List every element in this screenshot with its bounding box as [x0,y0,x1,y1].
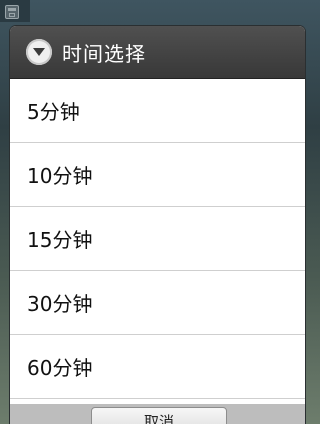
dialog-titlebar: 时间选择 [10,26,305,79]
dialog-button-bar: 取消 [10,404,305,424]
time-option-30min[interactable]: 30分钟 [10,271,305,335]
dialog-title: 时间选择 [62,41,146,66]
cancel-button[interactable]: 取消 [91,407,227,424]
time-option-5min[interactable]: 5分钟 [10,79,305,143]
time-options-list: 5分钟 10分钟 15分钟 30分钟 60分钟 [10,79,305,399]
time-option-15min[interactable]: 15分钟 [10,207,305,271]
time-select-dialog: 时间选择 5分钟 10分钟 15分钟 30分钟 60分钟 取消 [10,26,305,424]
time-option-10min[interactable]: 10分钟 [10,143,305,207]
dropdown-circle-icon [26,39,52,65]
background-statusbar-area [0,0,30,22]
save-icon [5,5,19,19]
time-option-60min[interactable]: 60分钟 [10,335,305,399]
